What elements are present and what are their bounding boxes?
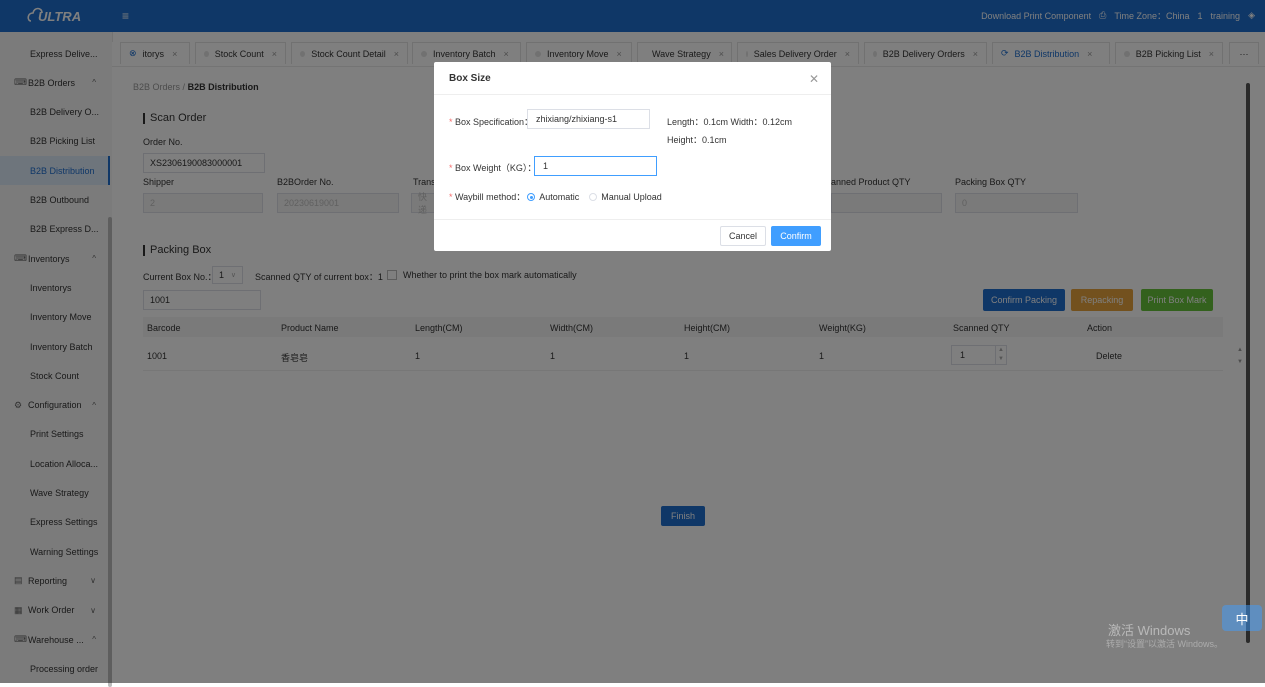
waybill-method-row: * Waybill method： Automatic Manual Uploa… [449,190,662,203]
box-weight-label: * Box Weight（KG）： [449,161,536,174]
confirm-button[interactable]: Confirm [771,226,821,246]
box-weight-input[interactable]: 1 [534,156,657,176]
box-dims-line2: Height：0.1cm [667,135,727,145]
waybill-manual-radio[interactable] [589,192,598,201]
cancel-button[interactable]: Cancel [720,226,766,246]
box-spec-label: * Box Specification： [449,115,533,128]
waybill-method-label: Waybill method： [455,192,526,202]
windows-activation-hint: 转到“设置”以激活 Windows。 [1106,639,1224,649]
dialog-title: Box Size [449,73,491,84]
dialog-header-divider [434,94,831,95]
waybill-automatic-label[interactable]: Automatic [539,192,579,202]
ime-indicator[interactable]: 中 [1222,605,1262,631]
box-spec-label-text: Box Specification： [455,117,534,127]
box-size-dialog: Box Size ✕ * Box Specification： zhixiang… [434,62,831,251]
box-weight-label-text: Box Weight（KG）： [455,163,537,173]
waybill-automatic-radio[interactable] [527,192,536,201]
box-dims-line1: Length：0.1cm Width：0.12cm [667,117,793,127]
waybill-manual-label[interactable]: Manual Upload [601,192,662,202]
dialog-footer-divider [434,219,831,220]
close-icon[interactable]: ✕ [809,72,819,86]
box-spec-input[interactable]: zhixiang/zhixiang-s1 [527,109,650,129]
